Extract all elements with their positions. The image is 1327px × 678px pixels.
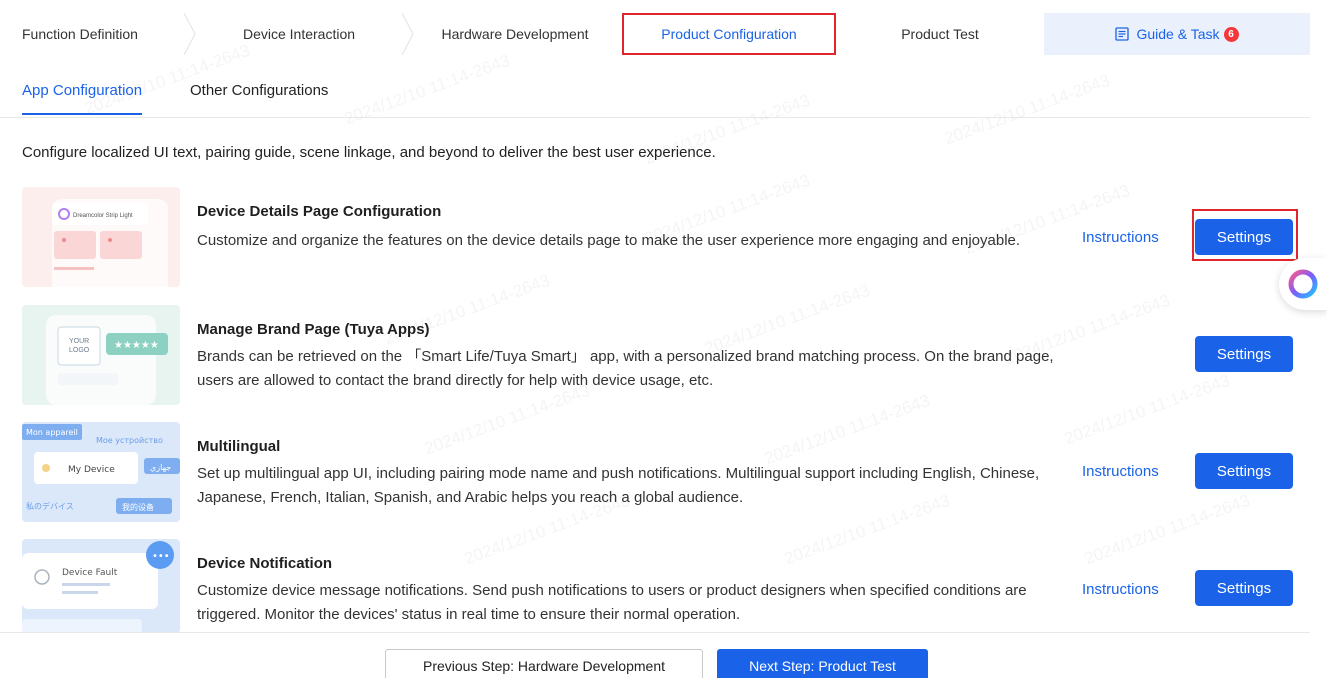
multilingual-thumbnail: Mon appareil Мое устройство My Device جه… — [22, 422, 180, 522]
card-device-details: Dreamcolor Strip Light Device Details Pa… — [0, 187, 1310, 305]
card-title: Manage Brand Page (Tuya Apps) — [197, 321, 430, 338]
brand-page-thumbnail: YOUR LOGO ★★★★★ — [22, 305, 180, 405]
intro-text: Configure localized UI text, pairing gui… — [22, 144, 716, 161]
card-device-notification: ••• Device Fault Device Notification Cus… — [0, 539, 1310, 633]
card-description: Brands can be retrieved on the 「Smart Li… — [197, 348, 1054, 389]
tab-other-configurations[interactable]: Other Configurations — [190, 82, 328, 113]
chevron-divider-icon — [184, 13, 196, 55]
assistant-icon — [1288, 269, 1318, 299]
chevron-divider-icon — [402, 13, 414, 55]
notification-thumbnail: ••• Device Fault — [22, 539, 180, 633]
step-label: Product Test — [901, 26, 979, 42]
step-function-definition[interactable]: Function Definition — [0, 13, 196, 55]
settings-button[interactable]: Settings — [1195, 219, 1293, 255]
svg-text:•••: ••• — [152, 551, 170, 562]
instructions-link[interactable]: Instructions — [1082, 581, 1159, 598]
settings-button[interactable]: Settings — [1195, 336, 1293, 372]
step-product-test[interactable]: Product Test — [836, 13, 1044, 55]
step-hardware-development[interactable]: Hardware Development — [408, 13, 622, 55]
svg-text:My Device: My Device — [68, 465, 115, 475]
svg-text:Мое устройство: Мое устройство — [96, 436, 163, 445]
svg-text:Device Fault: Device Fault — [62, 568, 118, 578]
card-brand-page: YOUR LOGO ★★★★★ Manage Brand Page (Tuya … — [0, 305, 1310, 423]
svg-text:جهازي: جهازي — [150, 463, 171, 472]
footer-bar: Previous Step: Hardware Development Next… — [0, 632, 1310, 678]
card-title: Device Notification — [197, 555, 333, 572]
highlight-box — [622, 13, 836, 55]
svg-text:YOUR: YOUR — [69, 338, 89, 345]
next-step-button[interactable]: Next Step: Product Test — [717, 649, 928, 678]
svg-text:LOGO: LOGO — [69, 347, 90, 354]
svg-text:★★★★★: ★★★★★ — [114, 340, 159, 351]
step-label: Device Interaction — [242, 26, 356, 42]
svg-text:私のデバイス: 私のデバイス — [26, 501, 74, 511]
settings-button[interactable]: Settings — [1195, 453, 1293, 489]
device-details-thumbnail: Dreamcolor Strip Light — [22, 187, 180, 287]
tab-app-configuration[interactable]: App Configuration — [22, 82, 143, 115]
instructions-link[interactable]: Instructions — [1082, 463, 1159, 480]
step-label: Function Definition — [22, 26, 138, 42]
step-navigation: Function Definition Device Interaction H… — [0, 13, 1310, 55]
card-description: Customize device message notifications. … — [197, 582, 1027, 623]
guide-label: Guide & Task — [1136, 26, 1220, 42]
guide-task-button[interactable]: Guide & Task 6 — [1044, 13, 1310, 55]
checklist-icon — [1115, 27, 1130, 41]
card-description: Set up multilingual app UI, including pa… — [197, 465, 1040, 506]
card-title: Multilingual — [197, 438, 281, 455]
svg-text:我的设备: 我的设备 — [122, 502, 154, 512]
instructions-link[interactable]: Instructions — [1082, 229, 1159, 246]
previous-step-button[interactable]: Previous Step: Hardware Development — [385, 649, 703, 678]
step-product-configuration[interactable]: Product Configuration — [622, 13, 836, 55]
card-description: Customize and organize the features on t… — [197, 232, 1021, 249]
step-label: Hardware Development — [441, 26, 589, 42]
sub-tabs: App Configuration Other Configurations — [0, 70, 1310, 118]
card-multilingual: Mon appareil Мое устройство My Device جه… — [0, 422, 1310, 540]
settings-button[interactable]: Settings — [1195, 570, 1293, 606]
step-device-interaction[interactable]: Device Interaction — [190, 13, 414, 55]
svg-text:Dreamcolor Strip Light: Dreamcolor Strip Light — [73, 213, 133, 219]
task-count-badge: 6 — [1223, 26, 1239, 42]
card-title: Device Details Page Configuration — [197, 203, 442, 220]
assistant-float-button[interactable] — [1279, 258, 1327, 310]
svg-text:Mon appareil: Mon appareil — [26, 428, 78, 437]
